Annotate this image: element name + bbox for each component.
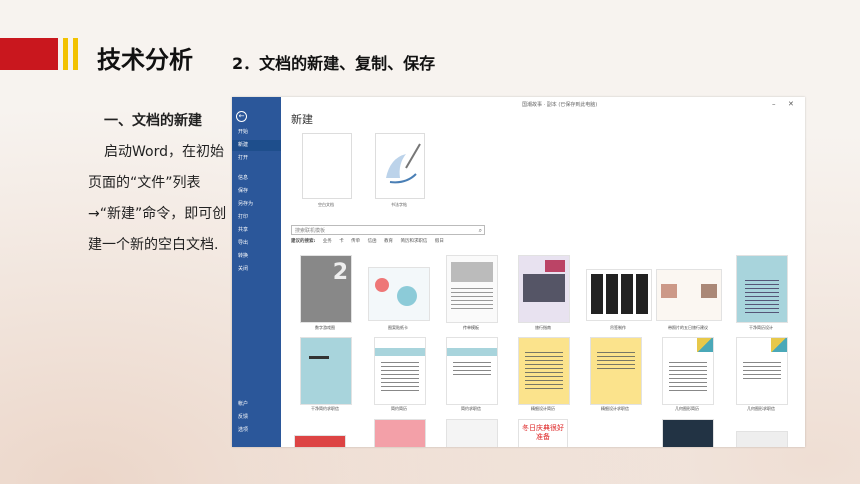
template-thumbnail[interactable] xyxy=(736,431,788,447)
word-screenshot: ← 开始 新建 打开 信息 保存 另存为 打印 共享 导出 转换 关闭 帐户 反… xyxy=(232,97,805,447)
template-label: 精细设计求职信 xyxy=(601,406,629,411)
suggestion-link[interactable]: 信函 xyxy=(368,239,377,244)
suggested-label: 建议的搜索: xyxy=(291,239,316,244)
title-accent-bar xyxy=(0,38,58,70)
template-thumbnail[interactable] xyxy=(662,337,714,405)
blank-document-label: 空白文档 xyxy=(318,202,334,207)
template-thumbnail[interactable] xyxy=(368,267,430,321)
template-label: 旅行指南 xyxy=(535,325,551,330)
template-thumbnail[interactable] xyxy=(736,255,788,323)
template-label: 传单模板 xyxy=(463,325,479,330)
template-label: 几何图形简历 xyxy=(675,406,699,411)
template-banner-text: 冬日庆典很好准备 xyxy=(522,424,564,441)
window-title: 国潮故事 · 副本 (已保存到此电脑) xyxy=(522,102,598,108)
sidebar-item-print[interactable]: 打印 xyxy=(232,212,281,223)
sidebar-item-home[interactable]: 开始 xyxy=(232,127,281,138)
template-thumbnail[interactable] xyxy=(662,419,714,447)
template-label: 干净简历设计 xyxy=(749,325,773,330)
suggestion-link[interactable]: 假日 xyxy=(435,239,444,244)
template-thumbnail[interactable] xyxy=(656,269,722,321)
template-label: 图案贴纸卡 xyxy=(388,325,408,330)
section-title: 技术分析 xyxy=(97,46,193,74)
sidebar-item-save-as[interactable]: 另存为 xyxy=(232,199,281,210)
template-thumbnail[interactable] xyxy=(518,255,570,323)
template-label: 简约简历 xyxy=(391,406,407,411)
suggestion-link[interactable]: 教育 xyxy=(384,239,393,244)
template-thumbnail[interactable] xyxy=(374,337,426,405)
suggested-searches: 建议的搜索: 业务 卡 传单 信函 教育 简历和求职信 假日 xyxy=(291,238,450,244)
template-thumbnail[interactable] xyxy=(294,435,346,447)
close-icon[interactable]: ✕ xyxy=(788,100,794,108)
sidebar-item-new[interactable]: 新建 xyxy=(232,140,281,151)
minimize-icon[interactable]: – xyxy=(772,100,776,108)
suggestion-link[interactable]: 传单 xyxy=(351,239,360,244)
backstage-sidebar: ← 开始 新建 打开 信息 保存 另存为 打印 共享 导出 转换 关闭 帐户 反… xyxy=(232,97,281,447)
new-page-title: 新建 xyxy=(291,113,313,126)
sidebar-item-save[interactable]: 保存 xyxy=(232,186,281,197)
template-thumbnail[interactable] xyxy=(446,337,498,405)
template-thumbnail[interactable]: 2 xyxy=(300,255,352,323)
template-thumbnail[interactable] xyxy=(446,255,498,323)
suggestion-link[interactable]: 简历和求职信 xyxy=(400,239,427,244)
calligraphy-tile[interactable] xyxy=(375,133,425,199)
accent-stripe xyxy=(73,38,78,70)
template-label: 几何图形求职信 xyxy=(747,406,775,411)
template-label: 简约求职信 xyxy=(461,406,481,411)
blank-document-tile[interactable] xyxy=(302,133,352,199)
search-placeholder: 搜索联机模板 xyxy=(295,228,326,234)
suggestion-link[interactable]: 卡 xyxy=(339,239,344,244)
template-thumbnail[interactable] xyxy=(590,337,642,405)
sidebar-item-feedback[interactable]: 反馈 xyxy=(232,412,281,423)
body-paragraph: 启动Word，在初始页面的“文件”列表→“新建”命令，即可创建一个新的空白文档. xyxy=(88,144,227,253)
sidebar-item-close[interactable]: 关闭 xyxy=(232,264,281,275)
accent-stripe xyxy=(63,38,68,70)
back-arrow-icon[interactable]: ← xyxy=(236,111,247,122)
sidebar-item-transform[interactable]: 转换 xyxy=(232,251,281,262)
template-label: 精细设计简历 xyxy=(531,406,555,411)
template-thumbnail[interactable] xyxy=(518,337,570,405)
slide-body: 一、文档的新建 启动Word，在初始页面的“文件”列表→“新建”命令，即可创建一… xyxy=(88,106,228,261)
sidebar-item-open[interactable]: 打开 xyxy=(232,153,281,164)
template-thumbnail[interactable]: 冬日庆典很好准备 xyxy=(518,419,568,447)
body-heading: 一、文档的新建 xyxy=(104,113,202,129)
brush-icon xyxy=(386,143,421,184)
suggestion-link[interactable]: 业务 xyxy=(323,239,332,244)
template-label: 吊签制作 xyxy=(610,325,626,330)
sidebar-item-account[interactable]: 帐户 xyxy=(232,399,281,410)
template-thumbnail[interactable] xyxy=(374,419,426,447)
template-label: 带照片的五日旅行建议 xyxy=(668,325,708,330)
sidebar-item-info[interactable]: 信息 xyxy=(232,173,281,184)
search-icon[interactable]: ⌕ xyxy=(479,226,482,236)
template-search-input[interactable]: 搜索联机模板 ⌕ xyxy=(291,225,485,235)
calligraphy-label: 书法字帖 xyxy=(391,202,407,207)
sidebar-item-options[interactable]: 选项 xyxy=(232,425,281,436)
template-thumbnail[interactable] xyxy=(300,337,352,405)
sidebar-item-export[interactable]: 导出 xyxy=(232,238,281,249)
template-thumbnail[interactable] xyxy=(586,269,652,321)
sidebar-item-share[interactable]: 共享 xyxy=(232,225,281,236)
template-thumbnail[interactable] xyxy=(736,337,788,405)
template-thumbnail[interactable] xyxy=(446,419,498,447)
slide-subtitle: 2．文档的新建、复制、保存 xyxy=(232,54,436,73)
template-label: 干净简约求职信 xyxy=(311,406,339,411)
template-label: 数字游戏图 xyxy=(315,325,335,330)
